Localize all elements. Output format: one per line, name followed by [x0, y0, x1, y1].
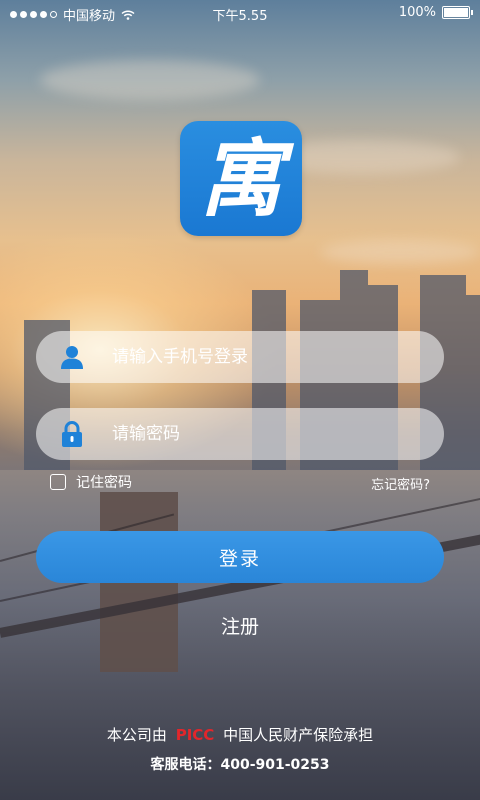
register-link[interactable]: 注册 — [0, 612, 480, 639]
picc-brand: PICC — [175, 726, 215, 744]
insurance-notice: 本公司由 PICC 中国人民财产保险承担 — [0, 724, 480, 745]
phone-input[interactable] — [110, 331, 424, 383]
insurance-prefix: 本公司由 — [106, 726, 167, 744]
battery-icon — [442, 6, 473, 19]
login-button[interactable]: 登录 — [36, 531, 444, 583]
remember-checkbox[interactable] — [50, 474, 66, 490]
logo-char: 寓 — [198, 128, 283, 228]
user-icon — [61, 346, 83, 369]
insurance-suffix: 中国人民财产保险承担 — [223, 726, 374, 744]
status-right: 100% — [398, 5, 473, 20]
cloud — [40, 60, 260, 100]
forgot-password-link[interactable]: 忘记密码? — [371, 474, 430, 493]
remember-password[interactable]: 记住密码 — [50, 472, 132, 492]
lock-icon — [62, 421, 82, 447]
password-input[interactable] — [110, 408, 424, 460]
remember-label: 记住密码 — [76, 475, 132, 491]
status-bar: 中国移动 下午5.55 100% — [0, 0, 480, 26]
building — [466, 295, 480, 470]
phone-field[interactable] — [36, 331, 444, 383]
service-hotline[interactable]: 客服电话：400-901-0253 — [0, 754, 480, 774]
cloud — [320, 240, 480, 264]
battery-percent: 100% — [398, 5, 436, 20]
login-screen: 中国移动 下午5.55 100% 寓 请输入手机号登录 记住密码 忘记密码? 登… — [0, 0, 480, 800]
app-logo: 寓 — [180, 121, 302, 236]
password-field[interactable] — [36, 408, 444, 460]
